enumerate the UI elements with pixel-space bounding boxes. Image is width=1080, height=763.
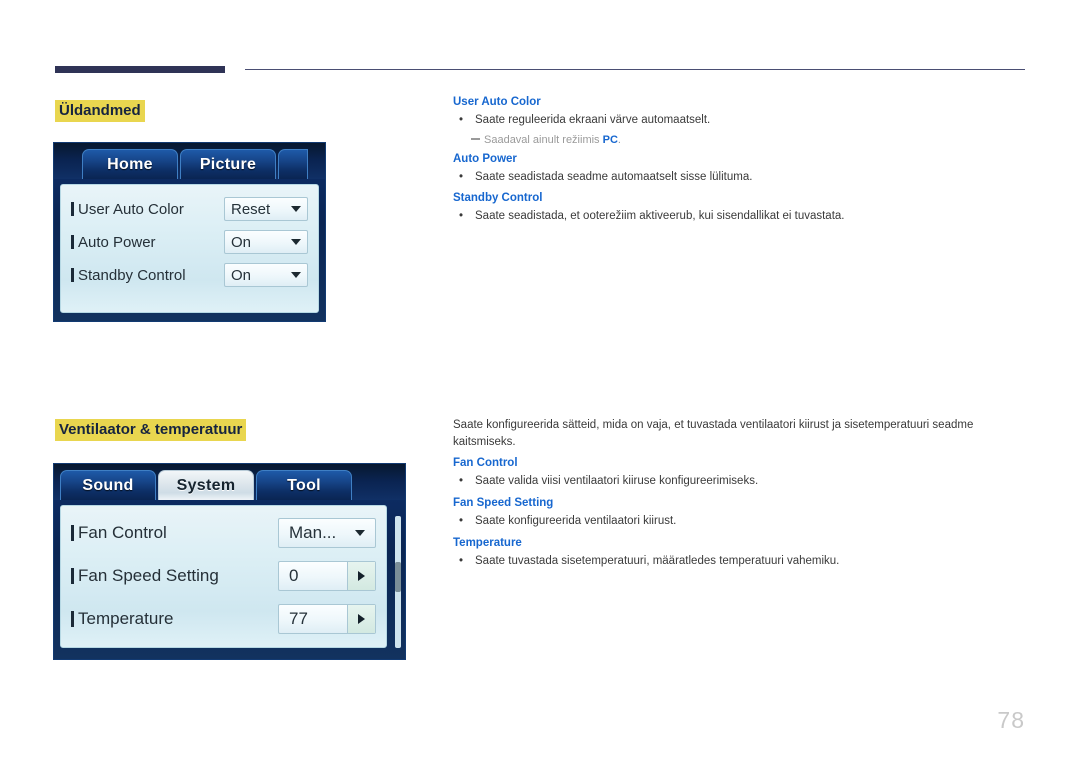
chevron-down-icon xyxy=(291,206,301,212)
bullet-user-auto-color: • Saate reguleerida ekraani värve automa… xyxy=(453,112,1023,129)
chevron-right-icon xyxy=(358,571,365,581)
osd-value: 0 xyxy=(289,566,299,585)
bullet-dot-icon: • xyxy=(459,554,464,567)
osd-row-auto-power[interactable]: Auto Power On xyxy=(71,230,308,254)
osd-value: On xyxy=(231,233,252,251)
osd-panel-general: Home Picture User Auto Color Reset Auto … xyxy=(53,142,326,322)
osd-value: Reset xyxy=(231,200,271,218)
osd-row-fan-speed-setting[interactable]: Fan Speed Setting 0 xyxy=(71,561,376,591)
note-prefix: Saadaval ainult režiimis xyxy=(484,133,603,146)
subheading-fan-speed-setting: Fan Speed Setting xyxy=(453,497,554,510)
osd-item-label: User Auto Color xyxy=(78,200,184,218)
subheading-auto-power: Auto Power xyxy=(453,152,517,165)
section-heading-general: Üldandmed xyxy=(55,100,145,123)
tab-home[interactable]: Home xyxy=(82,149,178,179)
osd-item-label: Fan Speed Setting xyxy=(78,566,219,585)
osd-label-wrap: User Auto Color xyxy=(71,201,184,218)
bullet-dot-icon: • xyxy=(459,515,464,528)
tab-partial[interactable] xyxy=(278,149,308,179)
bullet-marker-icon xyxy=(71,202,74,216)
note-suffix: . xyxy=(617,133,621,146)
osd-row-temperature[interactable]: Temperature 77 xyxy=(71,604,376,634)
intro-text-fan: Saate konfigureerida sätteid, mida on va… xyxy=(453,419,974,448)
subheading-fan-control: Fan Control xyxy=(453,457,518,470)
osd-body-fan: Fan Control Man... Fan Speed Setting 0 T… xyxy=(60,505,387,648)
bullet-standby-control: • Saate seadistada, et ooterežiim aktive… xyxy=(453,208,1023,225)
osd-dropdown-user-auto-color[interactable]: Reset xyxy=(224,197,308,221)
chevron-down-icon xyxy=(291,272,301,278)
bullet-temperature: • Saate tuvastada sisetemperatuuri, määr… xyxy=(453,553,1023,570)
bullet-marker-icon xyxy=(71,525,74,541)
osd-dropdown-standby-control[interactable]: On xyxy=(224,263,308,287)
bullet-text: Saate seadistada seadme automaatselt sis… xyxy=(475,170,753,183)
bullet-text: Saate konfigureerida ventilaatori kiirus… xyxy=(475,515,677,528)
bullet-dot-icon: • xyxy=(459,114,464,126)
chevron-down-icon xyxy=(355,530,365,536)
osd-stepper-fan-speed-setting[interactable]: 0 xyxy=(278,561,376,591)
manual-page: Üldandmed Home Picture User Auto Color R… xyxy=(0,0,1080,763)
osd-stepper-temperature[interactable]: 77 xyxy=(278,604,376,634)
osd-dropdown-auto-power[interactable]: On xyxy=(224,230,308,254)
osd-item-label: Temperature xyxy=(78,609,174,628)
stepper-increase-button[interactable] xyxy=(347,605,375,633)
osd-body-general: User Auto Color Reset Auto Power On Stan… xyxy=(60,184,319,313)
header-rule-thick xyxy=(55,66,225,73)
osd-value: On xyxy=(231,266,252,284)
bullet-fan-speed-setting: • Saate konfigureerida ventilaatori kiir… xyxy=(453,513,1023,530)
chevron-down-icon xyxy=(291,239,301,245)
osd-scrollbar[interactable] xyxy=(395,516,401,648)
chevron-right-icon xyxy=(358,614,365,624)
osd-label-wrap: Auto Power xyxy=(71,234,156,251)
osd-value: Man... xyxy=(289,523,337,542)
tab-tool[interactable]: Tool xyxy=(256,470,352,500)
bullet-marker-icon xyxy=(71,568,74,584)
subheading-temperature: Temperature xyxy=(453,536,522,549)
tab-picture[interactable]: Picture xyxy=(180,149,276,179)
bullet-text: Saate seadistada, et ooterežiim aktiveer… xyxy=(475,210,845,223)
page-number: 78 xyxy=(997,707,1025,733)
osd-label-wrap: Temperature xyxy=(71,609,173,629)
header-rule-thin xyxy=(245,69,1025,70)
osd-item-label: Auto Power xyxy=(78,233,156,251)
bullet-marker-icon xyxy=(71,235,74,249)
note-bold: PC xyxy=(602,133,618,146)
tab-sound[interactable]: Sound xyxy=(60,470,156,500)
stepper-increase-button[interactable] xyxy=(347,562,375,590)
bullet-auto-power: • Saate seadistada seadme automaatselt s… xyxy=(453,169,1023,186)
osd-item-label: Fan Control xyxy=(78,523,167,542)
bullet-dot-icon: • xyxy=(459,170,464,183)
osd-row-standby-control[interactable]: Standby Control On xyxy=(71,263,308,287)
bullet-text: Saate reguleerida ekraani värve automaat… xyxy=(475,114,711,126)
section-heading-fan: Ventilaator & temperatuur xyxy=(55,419,247,442)
text-column-general: User Auto Color • Saate reguleerida ekra… xyxy=(453,96,1023,232)
osd-scrollbar-thumb[interactable] xyxy=(395,562,401,592)
bullet-dot-icon: • xyxy=(459,475,464,488)
osd-panel-fan: Sound System Tool Fan Control Man... Fan… xyxy=(53,463,406,660)
bullet-marker-icon xyxy=(71,611,74,627)
osd-label-wrap: Standby Control xyxy=(71,267,186,284)
osd-tabbar-fan: Sound System Tool xyxy=(54,464,405,500)
note-pc-only: Saadaval ainult režiimis PC. xyxy=(471,134,1023,146)
osd-row-user-auto-color[interactable]: User Auto Color Reset xyxy=(71,197,308,221)
osd-tabbar-general: Home Picture xyxy=(54,143,325,179)
subheading-user-auto-color: User Auto Color xyxy=(453,96,541,108)
bullet-dot-icon: • xyxy=(459,210,464,223)
text-column-fan: Saate konfigureerida sätteid, mida on va… xyxy=(453,417,1023,576)
bullet-marker-icon xyxy=(71,268,74,282)
osd-dropdown-fan-control[interactable]: Man... xyxy=(278,518,376,548)
tab-system[interactable]: System xyxy=(158,470,254,500)
subheading-standby-control: Standby Control xyxy=(453,192,543,205)
osd-row-fan-control[interactable]: Fan Control Man... xyxy=(71,518,376,548)
osd-item-label: Standby Control xyxy=(78,266,186,284)
bullet-fan-control: • Saate valida viisi ventilaatori kiirus… xyxy=(453,473,1023,490)
bullet-text: Saate valida viisi ventilaatori kiiruse … xyxy=(475,475,759,488)
osd-label-wrap: Fan Speed Setting xyxy=(71,566,219,586)
bullet-text: Saate tuvastada sisetemperatuuri, määrat… xyxy=(475,554,840,567)
osd-value: 77 xyxy=(289,609,308,628)
osd-label-wrap: Fan Control xyxy=(71,523,167,543)
note-dash-icon xyxy=(471,138,480,140)
